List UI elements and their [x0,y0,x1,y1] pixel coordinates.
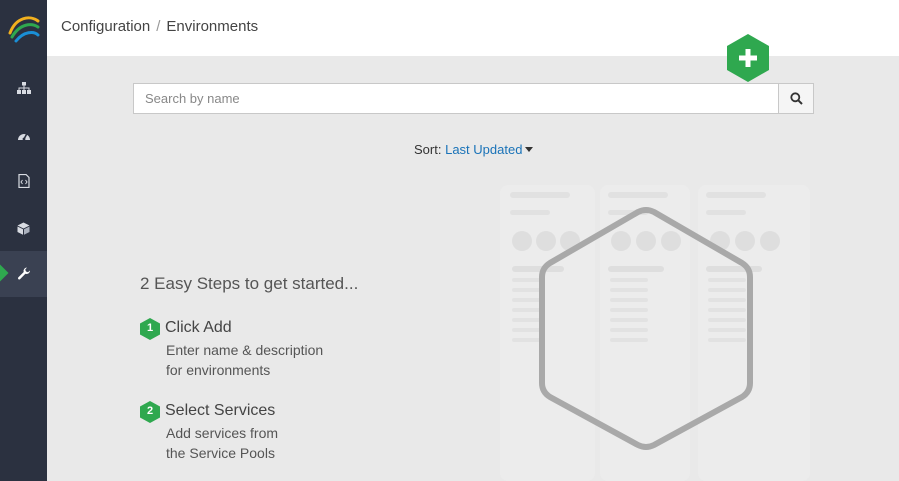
search-input[interactable] [133,83,778,114]
environment-illustration [500,185,810,481]
breadcrumb-environments: Environments [166,18,259,35]
getting-started-title: 2 Easy Steps to get started... [140,274,359,293]
step-title: Click Add [165,319,232,336]
page-header: Configuration / Environments [47,0,899,56]
sitemap-icon [16,82,31,94]
step-number: 1 [146,322,154,334]
sort-dropdown[interactable]: Last Updated [445,142,534,157]
step-description-line: Add services from [166,425,279,441]
nav-item-packages[interactable] [0,205,47,251]
step-description-line: the Service Pools [166,445,275,461]
sort-control: Sort: Last Updated [414,142,534,157]
cube-icon [17,222,30,235]
sidebar [0,0,47,481]
wrench-icon [17,267,30,280]
nav-item-templates[interactable] [0,158,47,204]
nav-item-configuration[interactable] [0,251,47,297]
sort-value: Last Updated [445,142,523,157]
file-code-icon [17,174,30,188]
dashboard-icon [17,132,30,140]
breadcrumb-separator: / [156,18,161,35]
nav-item-dashboard[interactable] [0,112,47,158]
breadcrumb: Configuration / Environments [61,18,258,35]
search-button[interactable] [778,83,814,114]
search-icon [789,92,803,105]
breadcrumb-configuration[interactable]: Configuration [61,18,150,35]
step-description-line: for environments [166,362,271,378]
step-description: Add services from the Service Pools [166,423,278,463]
sort-label: Sort: [414,142,442,157]
app-logo[interactable] [0,0,47,56]
nav-item-topology[interactable] [0,65,47,111]
caret-down-icon [525,147,534,152]
step-description-line: Enter name & description [166,342,324,358]
step-title: Select Services [165,402,276,419]
search-bar [133,83,814,114]
step-number: 2 [146,405,154,417]
step-description: Enter name & description for environment… [166,340,323,380]
add-environment-button[interactable] [725,33,771,83]
